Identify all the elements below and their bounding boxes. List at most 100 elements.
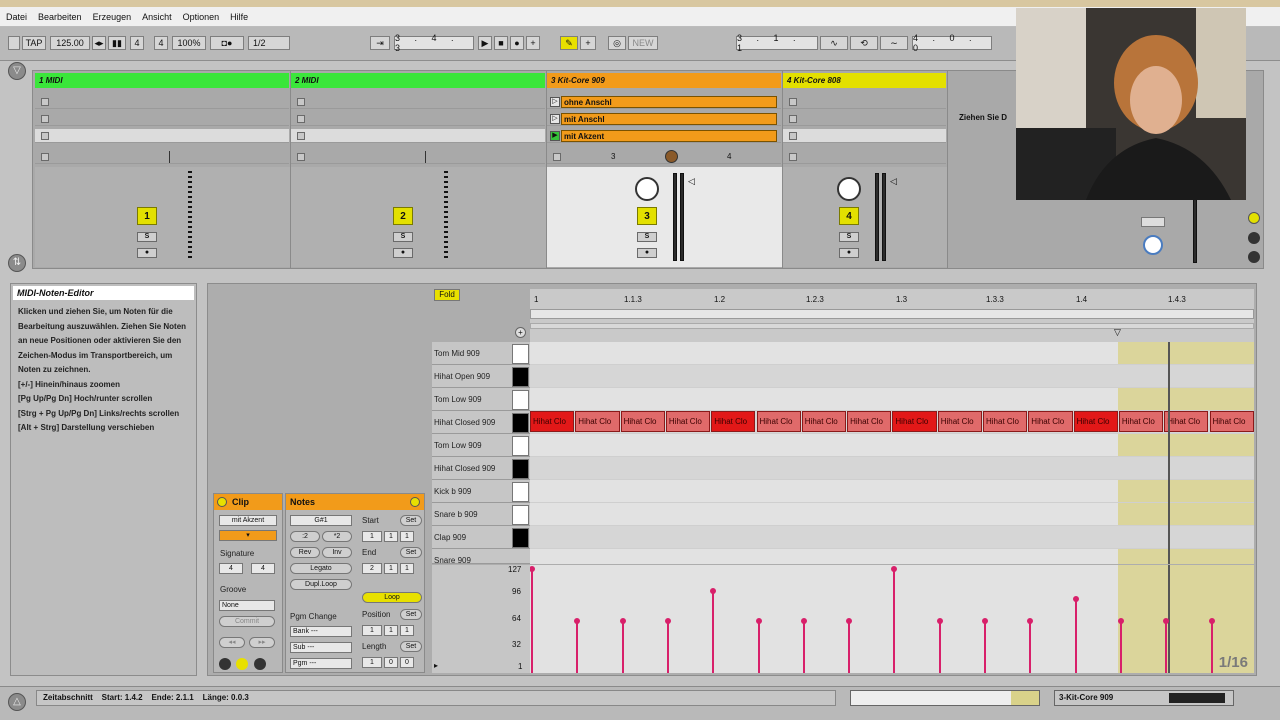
note-lane[interactable] [530, 342, 1254, 365]
midi-note[interactable]: Hihat Clo [620, 411, 665, 432]
legato-button[interactable]: Legato [290, 563, 352, 574]
velocity-handle[interactable] [846, 617, 853, 624]
key-row[interactable]: Tom Low 909 [432, 434, 530, 457]
solo-button[interactable]: S [637, 232, 657, 242]
punch-out-icon[interactable]: ∼ [880, 36, 908, 50]
loop-switch-icon[interactable]: ⟲ [850, 36, 878, 50]
note-lane[interactable] [530, 365, 1254, 388]
velocity-handle[interactable] [1117, 617, 1124, 624]
menu-datei[interactable]: Datei [6, 12, 27, 22]
end-set-button[interactable]: Set [400, 547, 422, 558]
tap-button[interactable]: TAP [22, 36, 46, 50]
midi-note[interactable]: Hihat Clo [1118, 411, 1164, 432]
record-icon[interactable]: ● [510, 36, 524, 50]
envelopes-icon[interactable] [254, 658, 266, 670]
clip-selected[interactable]: mit Akzent [561, 130, 777, 142]
clip-color-select[interactable]: ▾ [219, 530, 277, 541]
piano-key[interactable] [512, 367, 529, 387]
track-activator[interactable]: 3 [637, 207, 657, 225]
nudge-icon[interactable]: ◂▸ [92, 36, 106, 50]
slot-stop-icon[interactable] [297, 98, 305, 106]
velocity-stem[interactable] [1119, 620, 1122, 673]
length-set-button[interactable]: Set [400, 641, 422, 652]
stop-all-icon[interactable] [789, 153, 797, 161]
commit-button[interactable]: Commit [219, 616, 275, 627]
len-bar[interactable]: 1 [362, 657, 382, 668]
midi-note[interactable]: Hihat Clo [801, 411, 847, 432]
menu-erzeugen[interactable]: Erzeugen [93, 12, 132, 22]
slot-stop-icon[interactable] [41, 98, 49, 106]
add-lane-icon[interactable]: + [515, 327, 526, 338]
end-beat[interactable]: 1 [384, 563, 398, 574]
double-button[interactable]: *2 [322, 531, 352, 542]
solo-button[interactable]: S [137, 232, 157, 242]
clip-slot[interactable] [35, 95, 289, 109]
sub-field[interactable]: Sub --- [290, 642, 352, 653]
start-end-brace[interactable] [530, 323, 1254, 329]
arm-icon[interactable]: ● [137, 248, 157, 258]
arm-icon[interactable]: ● [839, 248, 859, 258]
pos-sixteenth[interactable]: 1 [400, 625, 414, 636]
menu-optionen[interactable]: Optionen [183, 12, 220, 22]
volume-knob-icon[interactable] [635, 177, 659, 201]
timeline-ruler[interactable]: 1 1.1.3 1.2 1.2.3 1.3 1.3.3 1.4 1.4.3 ▽ [530, 289, 1254, 342]
arm-icon[interactable]: ● [393, 248, 413, 258]
piano-key[interactable] [512, 344, 529, 364]
velocity-handle[interactable] [1072, 596, 1079, 603]
reverse-button[interactable]: Rev [290, 547, 320, 558]
piano-key[interactable] [512, 528, 529, 548]
solo-button[interactable]: S [393, 232, 413, 242]
velocity-stem[interactable] [712, 591, 715, 673]
velocity-handle[interactable] [1027, 617, 1034, 624]
velocity-handle[interactable] [800, 617, 807, 624]
midi-note[interactable]: Hihat Clo [892, 411, 937, 432]
piano-key[interactable] [512, 413, 529, 433]
slot-stop-icon[interactable] [789, 132, 797, 140]
clip-slot[interactable] [291, 112, 545, 126]
velocity-stem[interactable] [938, 620, 941, 673]
stop-all-icon[interactable] [553, 153, 561, 161]
punch-in-icon[interactable]: ∿ [820, 36, 848, 50]
track-activator[interactable]: 4 [839, 207, 859, 225]
next-icon[interactable]: ▸▸ [249, 637, 275, 648]
midi-note[interactable]: Hihat Clo [1164, 411, 1209, 432]
note-lane[interactable] [530, 503, 1254, 526]
key-row[interactable]: Kick b 909 [432, 480, 530, 503]
pan-marker[interactable] [425, 151, 426, 163]
key-row[interactable]: Tom Low 909 [432, 388, 530, 411]
note-lane[interactable] [530, 549, 1254, 564]
prev-icon[interactable]: ◂◂ [219, 637, 245, 648]
velocity-stem[interactable] [1074, 599, 1077, 673]
clip-playing-icon[interactable]: ▶ [550, 131, 560, 141]
midi-note[interactable]: Hihat Clo [575, 411, 620, 432]
zoom-field[interactable]: 100% [172, 36, 206, 50]
tempo-field[interactable]: 125.00 [50, 36, 90, 50]
metronome-icon[interactable]: ▮▮ [108, 36, 126, 50]
session-status-icon[interactable] [1248, 251, 1260, 263]
velocity-stem[interactable] [1210, 620, 1213, 673]
key-row[interactable]: Clap 909 [432, 526, 530, 549]
clip-slot[interactable]: ▷ ohne Anschl [547, 95, 781, 109]
hide-browser-icon[interactable]: ▽ [8, 62, 26, 80]
menu-ansicht[interactable]: Ansicht [142, 12, 172, 22]
slot-stop-icon[interactable] [41, 115, 49, 123]
velocity-editor[interactable]: 1/16 [530, 565, 1254, 673]
slot-stop-icon[interactable] [297, 115, 305, 123]
velocity-stem[interactable] [621, 620, 624, 673]
stop-all-icon[interactable] [297, 153, 305, 161]
end-bar[interactable]: 2 [362, 563, 382, 574]
velocity-handle[interactable] [664, 617, 671, 624]
track-activator[interactable]: 2 [393, 207, 413, 225]
velocity-handle[interactable] [574, 617, 581, 624]
draw-mode-icon[interactable]: ✎ [560, 36, 578, 50]
play-icon[interactable]: ▶ [478, 36, 492, 50]
note-lane[interactable]: Hihat Clo Hihat Clo Hihat Clo Hihat Clo Hiha… [530, 411, 1254, 434]
velocity-handle[interactable] [710, 588, 717, 595]
clip-slot[interactable]: ▷ mit Anschl [547, 112, 781, 126]
clip-activator-icon[interactable] [217, 497, 227, 507]
clip[interactable]: mit Anschl [561, 113, 777, 125]
automation-icon[interactable]: ◎ [608, 36, 626, 50]
velocity-stem[interactable] [531, 569, 533, 673]
pan-marker[interactable] [169, 151, 170, 163]
velocity-handle[interactable] [530, 566, 535, 572]
